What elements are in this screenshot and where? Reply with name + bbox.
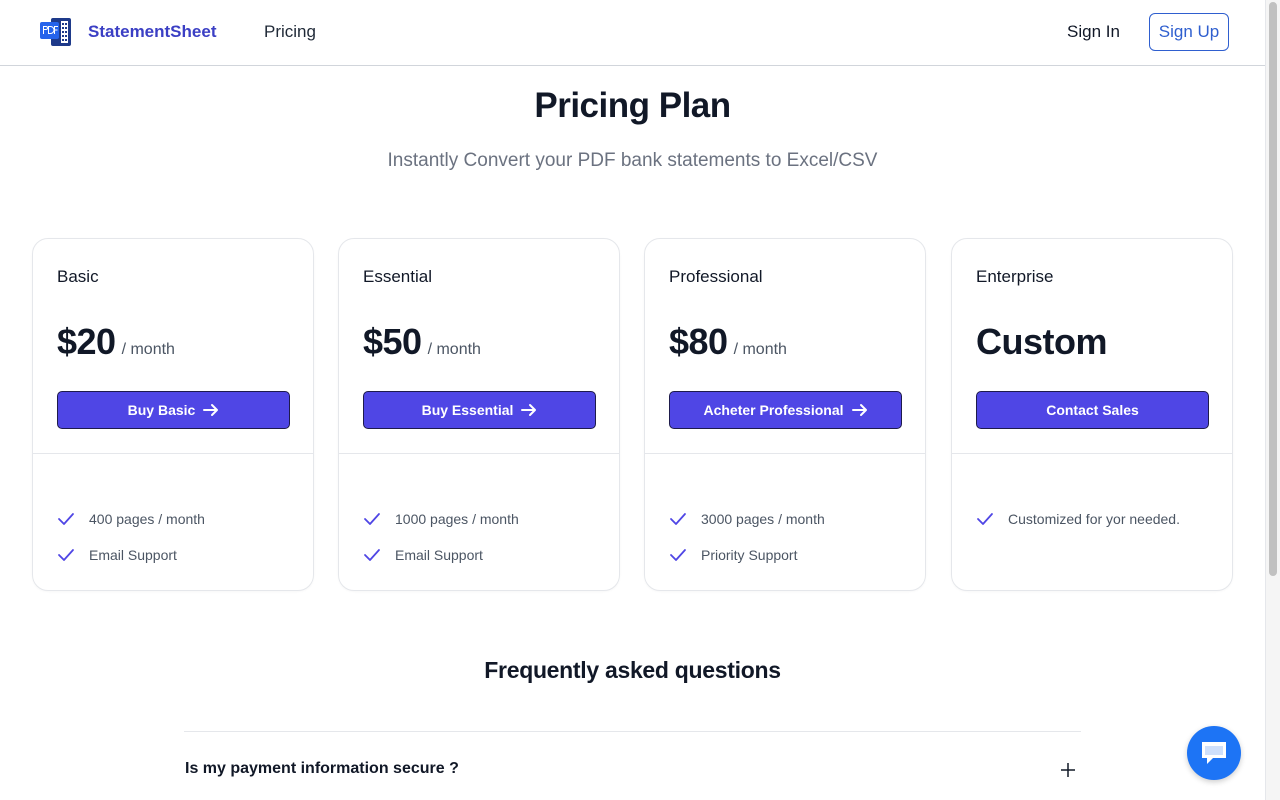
sign-up-button[interactable]: Sign Up: [1149, 13, 1229, 51]
price-amount: $50: [363, 321, 422, 362]
feature-list: 3000 pages / month Priority Support: [669, 501, 825, 573]
arrow-right-icon: [521, 404, 537, 416]
chat-bubble-icon: [1202, 742, 1226, 764]
price-amount: $20: [57, 321, 116, 362]
pricing-card-enterprise: Enterprise Custom Contact Sales Customiz…: [951, 238, 1233, 591]
scrollbar-thumb[interactable]: [1269, 2, 1277, 576]
feature-list: 400 pages / month Email Support: [57, 501, 205, 573]
feature-text: Email Support: [89, 547, 177, 563]
feature-item: Email Support: [57, 537, 205, 573]
feature-text: 3000 pages / month: [701, 511, 825, 527]
plan-price: $80 / month: [669, 321, 787, 363]
check-icon: [364, 513, 380, 525]
feature-item: 1000 pages / month: [363, 501, 519, 537]
pricing-card-essential: Essential $50 / month Buy Essential 1000…: [338, 238, 620, 591]
feature-item: Customized for yor needed.: [976, 501, 1180, 537]
feature-item: Priority Support: [669, 537, 825, 573]
plan-price: $50 / month: [363, 321, 481, 363]
feature-list: 1000 pages / month Email Support: [363, 501, 519, 573]
buy-button-label: Acheter Professional: [703, 402, 844, 418]
buy-button-label: Buy Essential: [421, 402, 514, 418]
price-amount: $80: [669, 321, 728, 362]
page: StatementSheet Pricing Sign In Sign Up P…: [0, 0, 1265, 800]
buy-button-label: Buy Basic: [127, 402, 196, 418]
feature-list: Customized for yor needed.: [976, 501, 1180, 537]
pricing-card-header: Professional $80 / month Acheter Profess…: [645, 239, 925, 454]
price-amount: Custom: [976, 321, 1108, 362]
plan-name: Essential: [363, 267, 432, 286]
page-subtitle: Instantly Convert your PDF bank statemen…: [387, 150, 878, 171]
buy-essential-button[interactable]: Buy Essential: [363, 391, 596, 429]
pdf-document-icon[interactable]: [39, 16, 73, 48]
feature-item: 3000 pages / month: [669, 501, 825, 537]
check-icon: [670, 513, 686, 525]
check-icon: [58, 513, 74, 525]
arrow-right-icon: [203, 404, 219, 416]
pricing-card-header: Basic $20 / month Buy Basic: [33, 239, 313, 454]
page-title: Pricing Plan: [534, 86, 731, 125]
sign-in-link[interactable]: Sign In: [1067, 22, 1120, 42]
buy-button-label: Contact Sales: [1046, 402, 1139, 418]
faq-divider: [184, 731, 1081, 732]
buy-professional-button[interactable]: Acheter Professional: [669, 391, 902, 429]
pricing-card-professional: Professional $80 / month Acheter Profess…: [644, 238, 926, 591]
feature-text: Customized for yor needed.: [1008, 511, 1180, 527]
check-icon: [977, 513, 993, 525]
page-scrollbar[interactable]: [1265, 0, 1280, 800]
check-icon: [364, 549, 380, 561]
check-icon: [58, 549, 74, 561]
plan-name: Professional: [669, 267, 763, 286]
price-period: / month: [733, 341, 787, 358]
feature-text: 400 pages / month: [89, 511, 205, 527]
price-period: / month: [427, 341, 481, 358]
plan-price: $20 / month: [57, 321, 175, 363]
faq-title: Frequently asked questions: [484, 657, 781, 683]
buy-basic-button[interactable]: Buy Basic: [57, 391, 290, 429]
price-period: / month: [121, 341, 175, 358]
pricing-card-header: Enterprise Custom Contact Sales: [952, 239, 1232, 454]
brand-name[interactable]: StatementSheet: [88, 22, 216, 42]
plan-name: Enterprise: [976, 267, 1054, 286]
pricing-card-basic: Basic $20 / month Buy Basic 400 pages / …: [32, 238, 314, 591]
feature-text: Email Support: [395, 547, 483, 563]
feature-item: Email Support: [363, 537, 519, 573]
nav-link-pricing[interactable]: Pricing: [264, 22, 316, 42]
plan-name: Basic: [57, 267, 99, 286]
faq-question[interactable]: Is my payment information secure ?: [185, 760, 459, 778]
check-icon: [670, 549, 686, 561]
feature-item: 400 pages / month: [57, 501, 205, 537]
pricing-card-header: Essential $50 / month Buy Essential: [339, 239, 619, 454]
plus-icon[interactable]: [1060, 762, 1076, 778]
feature-text: Priority Support: [701, 547, 798, 563]
contact-sales-button[interactable]: Contact Sales: [976, 391, 1209, 429]
chat-widget-button[interactable]: [1187, 726, 1241, 780]
feature-text: 1000 pages / month: [395, 511, 519, 527]
top-navbar: StatementSheet Pricing Sign In Sign Up: [0, 0, 1265, 66]
arrow-right-icon: [851, 404, 867, 416]
